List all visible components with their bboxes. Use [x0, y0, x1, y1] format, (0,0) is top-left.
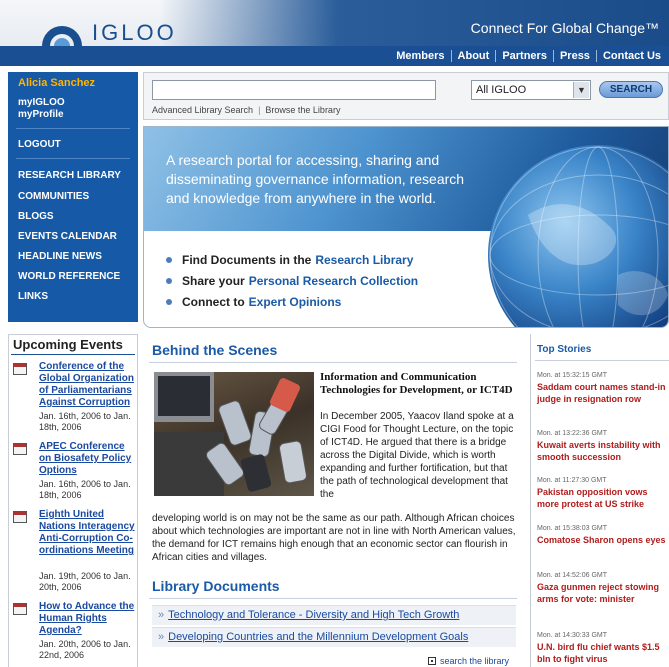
event-date: Jan. 16th, 2006 to Jan. 18th, 2006 — [39, 479, 131, 500]
library-document-link[interactable]: Technology and Tolerance - Diversity and… — [168, 609, 459, 621]
igloo-logo-icon — [40, 20, 84, 46]
nav-press[interactable]: Press — [552, 50, 596, 62]
behind-scenes-title: Behind the Scenes — [152, 342, 278, 358]
article-body-continued: developing world is on may not be the sa… — [152, 513, 516, 563]
top-stories: Top Stories Mon. at 15:32:15 GMT Saddam … — [530, 334, 669, 667]
section-divider — [535, 360, 669, 361]
section-divider — [149, 598, 517, 599]
sidebar-link-myigloo[interactable]: myIGLOO — [18, 97, 65, 108]
search-links: Advanced Library Search | Browse the Libra… — [152, 105, 340, 115]
event-date: Jan. 20th, 2006 to Jan. 22nd, 2006 — [39, 639, 131, 660]
sidebar-divider — [16, 158, 130, 159]
globe-grid-icon — [489, 146, 668, 327]
event-date: Jan. 19th, 2006 to Jan. 20th, 2006 — [39, 571, 131, 592]
nav-partners[interactable]: Partners — [495, 50, 553, 62]
library-document-row[interactable]: » Technology and Tolerance - Diversity an… — [152, 605, 516, 625]
hero-item-connect-experts: Connect to Expert Opinions — [166, 295, 341, 309]
sidebar-divider — [16, 128, 130, 129]
event-date: Jan. 16th, 2006 to Jan. 18th, 2006 — [39, 411, 131, 432]
event-title-link[interactable]: Conference of the Global Organization of… — [39, 361, 137, 409]
story-link[interactable]: Kuwait averts instability with smooth su… — [537, 439, 667, 463]
event-title-link[interactable]: Eighth United Nations Interagency Anti-C… — [39, 509, 137, 557]
search-button[interactable]: SEARCH — [599, 81, 663, 98]
calendar-icon — [13, 443, 27, 455]
hero-item-prefix: Share your — [182, 274, 245, 288]
bullet-icon — [166, 278, 172, 284]
bullet-icon — [166, 299, 172, 305]
events-title: Upcoming Events — [13, 337, 123, 352]
double-chevron-right-icon: » — [158, 609, 165, 621]
story-link[interactable]: Comatose Sharon opens eyes — [537, 534, 667, 546]
sidebar-link-myprofile[interactable]: myProfile — [18, 109, 64, 120]
tagline: Connect For Global Change™ — [470, 20, 659, 36]
browse-library-link[interactable]: Browse the Library — [265, 105, 340, 115]
expert-opinions-link[interactable]: Expert Opinions — [249, 295, 342, 309]
story-link[interactable]: Saddam court names stand-in judge in res… — [537, 381, 667, 405]
event-title-link[interactable]: APEC Conference on Biosafety Policy Opti… — [39, 441, 137, 477]
bullet-icon — [166, 257, 172, 263]
hero-text: A research portal for accessing, sharing… — [166, 152, 465, 206]
sidebar: Alicia Sanchez myIGLOO myProfile LOGOUT … — [8, 72, 138, 322]
logo-text: IGLOO — [92, 20, 177, 45]
site-header: Connect For Global Change™ IGLOO Members… — [0, 0, 669, 66]
top-navigation: Members About Partners Press Contact Us — [0, 46, 669, 66]
hero-item-find-documents: Find Documents in the Research Library — [166, 253, 413, 267]
hero-banner: A research portal for accessing, sharing… — [143, 126, 669, 328]
event-title-link[interactable]: How to Advance the Human Rights Agenda? — [39, 601, 137, 637]
sidebar-item-communities[interactable]: COMMUNITIES — [18, 191, 89, 202]
top-stories-title: Top Stories — [537, 344, 592, 355]
article-body: In December 2005, Yaacov Iland spoke at … — [320, 411, 514, 500]
library-document-row[interactable]: » Developing Countries and the Millennium… — [152, 627, 516, 647]
story-timestamp: Mon. at 13:22:36 GMT — [537, 430, 608, 437]
chevron-down-icon[interactable]: ▼ — [573, 82, 589, 98]
search-scope-value: All IGLOO — [476, 84, 527, 96]
sidebar-item-events-calendar[interactable]: EVENTS CALENDAR — [18, 231, 117, 242]
search-input[interactable] — [152, 80, 436, 100]
sidebar-item-world-reference[interactable]: WORLD REFERENCE — [18, 271, 120, 282]
story-link[interactable]: Pakistan opposition vows more protest at… — [537, 486, 667, 510]
story-timestamp: Mon. at 15:38:03 GMT — [537, 525, 608, 532]
story-timestamp: Mon. at 15:32:15 GMT — [537, 372, 608, 379]
calendar-icon — [13, 603, 27, 615]
story-link[interactable]: Gaza gunmen reject stowing arms for vote… — [537, 581, 667, 605]
search-library-link[interactable]: search the library — [428, 656, 509, 666]
site-logo[interactable]: IGLOO — [40, 20, 177, 46]
upcoming-events: Upcoming Events Conference of the Global… — [8, 334, 138, 667]
personal-research-collection-link[interactable]: Personal Research Collection — [249, 274, 418, 288]
double-chevron-right-icon: » — [158, 631, 165, 643]
story-timestamp: Mon. at 11:27:30 GMT — [537, 477, 607, 484]
mobile-phones-photo — [154, 372, 314, 496]
hero-item-prefix: Find Documents in the — [182, 253, 312, 267]
nav-members[interactable]: Members — [390, 50, 450, 62]
library-document-link[interactable]: Developing Countries and the Millennium … — [168, 631, 468, 643]
story-timestamp: Mon. at 14:30:33 GMT — [537, 632, 608, 639]
user-name[interactable]: Alicia Sanchez — [18, 77, 95, 89]
library-documents-title: Library Documents — [152, 578, 280, 594]
research-library-link[interactable]: Research Library — [315, 253, 413, 267]
article-headline[interactable]: Information and Communication Technologi… — [320, 371, 516, 397]
hero-item-share-research: Share your Personal Research Collection — [166, 274, 418, 288]
sidebar-item-headline-news[interactable]: HEADLINE NEWS — [18, 251, 102, 262]
advanced-search-link[interactable]: Advanced Library Search — [152, 105, 253, 115]
nav-about[interactable]: About — [450, 50, 496, 62]
calendar-icon — [13, 511, 27, 523]
section-divider — [149, 362, 517, 363]
search-bar: All IGLOO ▼ SEARCH Advanced Library Sear… — [143, 72, 669, 120]
story-link[interactable]: U.N. bird flu chief wants $1.5 bln to fi… — [537, 641, 667, 665]
sidebar-item-links[interactable]: LINKS — [18, 291, 48, 302]
calendar-icon — [13, 363, 27, 375]
search-library-label: search the library — [440, 656, 510, 666]
logout-link[interactable]: LOGOUT — [18, 139, 61, 150]
link-separator: | — [258, 105, 261, 115]
sidebar-item-research-library[interactable]: RESEARCH LIBRARY — [18, 170, 121, 181]
nav-contact-us[interactable]: Contact Us — [595, 50, 667, 62]
search-box-icon — [428, 657, 436, 665]
sidebar-item-blogs[interactable]: BLOGS — [18, 211, 54, 222]
hero-item-prefix: Connect to — [182, 295, 245, 309]
events-divider — [11, 354, 135, 355]
tagline-band: Connect For Global Change™ — [160, 0, 669, 46]
search-scope-select[interactable]: All IGLOO ▼ — [471, 80, 591, 100]
story-timestamp: Mon. at 14:52:06 GMT — [537, 572, 608, 579]
